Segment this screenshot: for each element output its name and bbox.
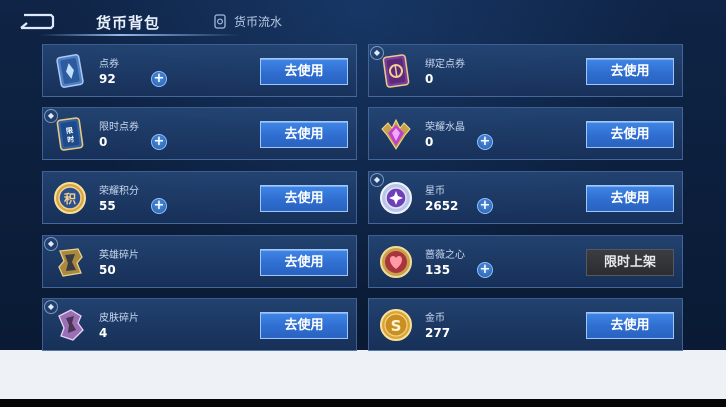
gold-coin-icon: S — [377, 306, 415, 344]
use-button[interactable]: 去使用 — [586, 121, 674, 148]
use-button[interactable]: 去使用 — [260, 249, 348, 276]
bottom-black-bar — [0, 399, 726, 407]
use-button[interactable]: 去使用 — [260, 312, 348, 339]
currency-card: ◆ 星币 2652 + 去使用 — [368, 171, 683, 224]
currency-count: 0 — [425, 72, 434, 86]
currency-name: 荣耀水晶 — [425, 122, 465, 133]
rose-heart-coin-icon — [377, 243, 415, 281]
add-currency-button[interactable]: + — [477, 198, 493, 214]
currency-card: S 金币 277 去使用 — [368, 298, 683, 351]
currency-card: ◆ 英雄碎片 50 去使用 — [42, 235, 357, 288]
svg-text:S: S — [391, 317, 402, 335]
currency-name: 金币 — [425, 313, 445, 324]
currency-card: ◆ 限时限时点券 0 + 去使用 — [42, 107, 357, 160]
currency-name: 英雄碎片 — [99, 250, 139, 261]
glory-crystal-icon — [377, 115, 415, 153]
currency-card: ◆ 皮肤碎片 4 去使用 — [42, 298, 357, 351]
currency-count: 135 — [425, 263, 451, 277]
limited-ticket-icon: 限时 — [51, 115, 89, 153]
tab-currency-flow-label: 货币流水 — [234, 15, 283, 29]
ticket-card-icon — [51, 52, 89, 90]
back-arrow-icon[interactable] — [18, 11, 56, 31]
bound-ticket-card-icon — [377, 52, 415, 90]
currency-name: 星币 — [425, 186, 445, 197]
currency-card: 点券 92 + 去使用 — [42, 44, 357, 97]
currency-count: 0 — [99, 135, 108, 149]
currency-count: 55 — [99, 199, 116, 213]
currency-count: 4 — [99, 326, 108, 340]
use-button[interactable]: 去使用 — [260, 185, 348, 212]
currency-name: 皮肤碎片 — [99, 313, 139, 324]
flow-icon — [214, 14, 226, 29]
currency-count: 2652 — [425, 199, 459, 213]
use-button[interactable]: 去使用 — [260, 121, 348, 148]
star-coin-icon — [377, 179, 415, 217]
use-button[interactable]: 去使用 — [586, 185, 674, 212]
svg-text:积: 积 — [64, 191, 76, 206]
add-currency-button[interactable]: + — [477, 262, 493, 278]
tab-currency-flow[interactable]: 货币流水 — [214, 13, 282, 30]
add-currency-button[interactable]: + — [151, 198, 167, 214]
tab-currency-bag[interactable]: 货币背包 — [96, 12, 160, 33]
use-button[interactable]: 去使用 — [586, 58, 674, 85]
skin-fragment-icon — [51, 306, 89, 344]
currency-count: 92 — [99, 72, 116, 86]
currency-name: 绑定点券 — [425, 59, 465, 70]
currency-card: 积 荣耀积分 55 + 去使用 — [42, 171, 357, 224]
currency-name: 荣耀积分 — [99, 186, 139, 197]
add-currency-button[interactable]: + — [151, 134, 167, 150]
currency-count: 0 — [425, 135, 434, 149]
currency-name: 点券 — [99, 59, 119, 70]
currency-name: 蔷薇之心 — [425, 250, 465, 261]
currency-card: 荣耀水晶 0 + 去使用 — [368, 107, 683, 160]
currency-count: 50 — [99, 263, 116, 277]
limited-listing-button: 限时上架 — [586, 249, 674, 276]
add-currency-button[interactable]: + — [151, 71, 167, 87]
use-button[interactable]: 去使用 — [260, 58, 348, 85]
currency-count: 277 — [425, 326, 451, 340]
hero-fragment-icon — [51, 243, 89, 281]
svg-text:时: 时 — [67, 135, 75, 145]
active-tab-underline — [40, 34, 240, 36]
glory-points-coin-icon: 积 — [51, 179, 89, 217]
currency-card: ◆ 绑定点券 0 去使用 — [368, 44, 683, 97]
currency-name: 限时点券 — [99, 122, 139, 133]
add-currency-button[interactable]: + — [477, 134, 493, 150]
currency-card: 蔷薇之心 135 + 限时上架 — [368, 235, 683, 288]
bottom-band — [0, 350, 726, 407]
use-button[interactable]: 去使用 — [586, 312, 674, 339]
